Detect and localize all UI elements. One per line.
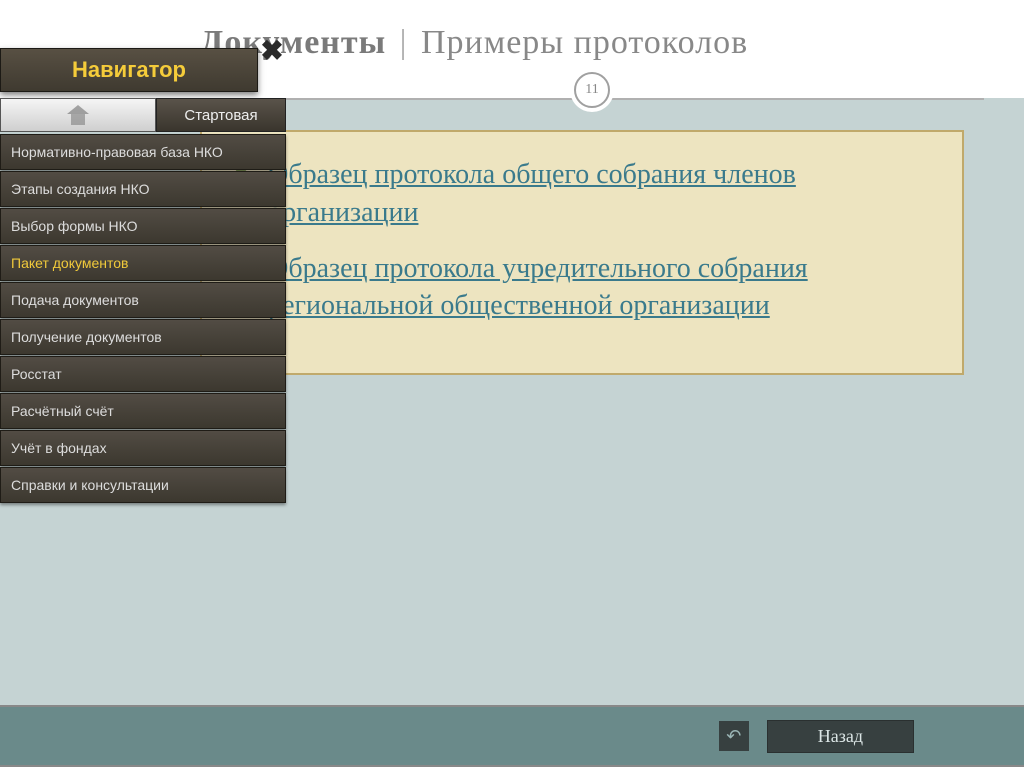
home-label[interactable]: Стартовая [156,98,286,132]
navigator-header-row: Навигатор ✖ [0,48,286,92]
title-separator: | [400,24,408,61]
protocol-link-2[interactable]: Образец протокола учредительного собрани… [268,250,932,326]
nav-item-receive[interactable]: Получение документов [0,319,286,355]
navigator-home-row: Стартовая [0,98,286,132]
list-item: ● Образец протокола общего собрания член… [232,156,932,232]
nav-item-account[interactable]: Расчётный счёт [0,393,286,429]
home-icon [67,105,89,125]
list-item: ● Образец протокола учредительного собра… [232,250,932,326]
home-button[interactable] [0,98,156,132]
nav-item-documents-package[interactable]: Пакет документов [0,245,286,281]
undo-icon: ↶ [726,726,741,747]
nav-item-references[interactable]: Справки и консультации [0,467,286,503]
nav-item-submit[interactable]: Подача документов [0,282,286,318]
page-title: Документы | Примеры протоколов [200,24,984,62]
nav-item-stages[interactable]: Этапы создания НКО [0,171,286,207]
slide-footer: ↶ Назад [0,705,1024,765]
nav-item-form[interactable]: Выбор формы НКО [0,208,286,244]
undo-button[interactable]: ↶ [719,721,749,751]
nav-item-rosstat[interactable]: Росстат [0,356,286,392]
title-rest: Примеры протоколов [421,24,748,61]
navigator-close-button[interactable]: ✖ [258,38,286,92]
protocol-link-1[interactable]: Образец протокола общего собрания членов… [268,156,932,232]
content-box: ● Образец протокола общего собрания член… [200,130,964,375]
nav-item-funds[interactable]: Учёт в фондах [0,430,286,466]
navigator-title: Навигатор [0,48,258,92]
close-icon: ✖ [260,38,283,66]
nav-item-legal-base[interactable]: Нормативно-правовая база НКО [0,134,286,170]
navigator-list: Нормативно-правовая база НКО Этапы созда… [0,134,286,503]
back-button[interactable]: Назад [767,720,914,753]
navigator-panel: Навигатор ✖ Стартовая Нормативно-правова… [0,48,286,503]
page-number-badge: 11 [574,72,610,108]
